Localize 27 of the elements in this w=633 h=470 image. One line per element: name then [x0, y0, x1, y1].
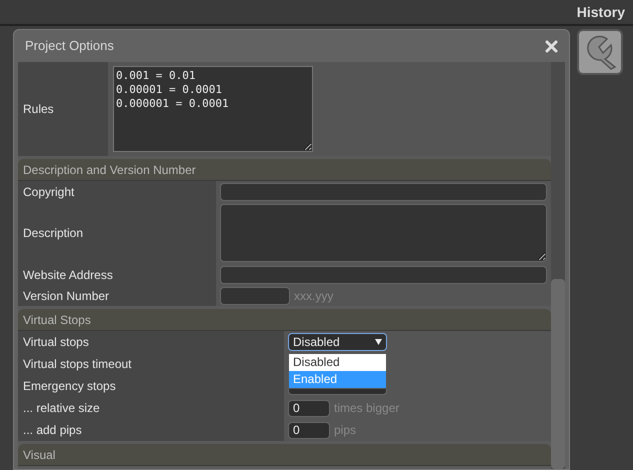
- close-icon[interactable]: [545, 40, 558, 52]
- text-field[interactable]: [220, 266, 547, 284]
- field-label: Version Number: [23, 288, 110, 304]
- version-field[interactable]: [220, 286, 290, 304]
- settings-button[interactable]: [577, 29, 623, 75]
- field-label: Emergency stops: [23, 378, 116, 395]
- field-label: Virtual stops timeout: [23, 356, 132, 373]
- field-label: Description: [23, 225, 84, 242]
- text-field[interactable]: [220, 182, 547, 200]
- dialog-title: Project Options: [25, 37, 114, 56]
- field-label: Copyright: [23, 184, 74, 200]
- description-field[interactable]: [220, 204, 547, 262]
- scrollbar[interactable]: [551, 62, 565, 469]
- field-label: Website Address: [23, 266, 113, 284]
- caret-icon: [375, 339, 382, 345]
- field-label: Virtual stops: [23, 334, 89, 351]
- field-label: Rules: [23, 101, 54, 118]
- section-title: Description and Version Number: [23, 162, 196, 178]
- field-label: ... add pips: [23, 422, 82, 439]
- history-title: History: [576, 2, 625, 22]
- number-field[interactable]: 0: [288, 422, 330, 438]
- field-label: ... relative size: [23, 400, 100, 417]
- section-title: Visual: [23, 446, 56, 464]
- section-title: Virtual Stops: [23, 312, 91, 328]
- number-field[interactable]: 0: [288, 400, 330, 416]
- rules-field[interactable]: 0.001 = 0.01 0.00001 = 0.0001 0.000001 = 0.0001: [113, 66, 313, 152]
- dropdown-select[interactable]: Disabled: [288, 333, 387, 351]
